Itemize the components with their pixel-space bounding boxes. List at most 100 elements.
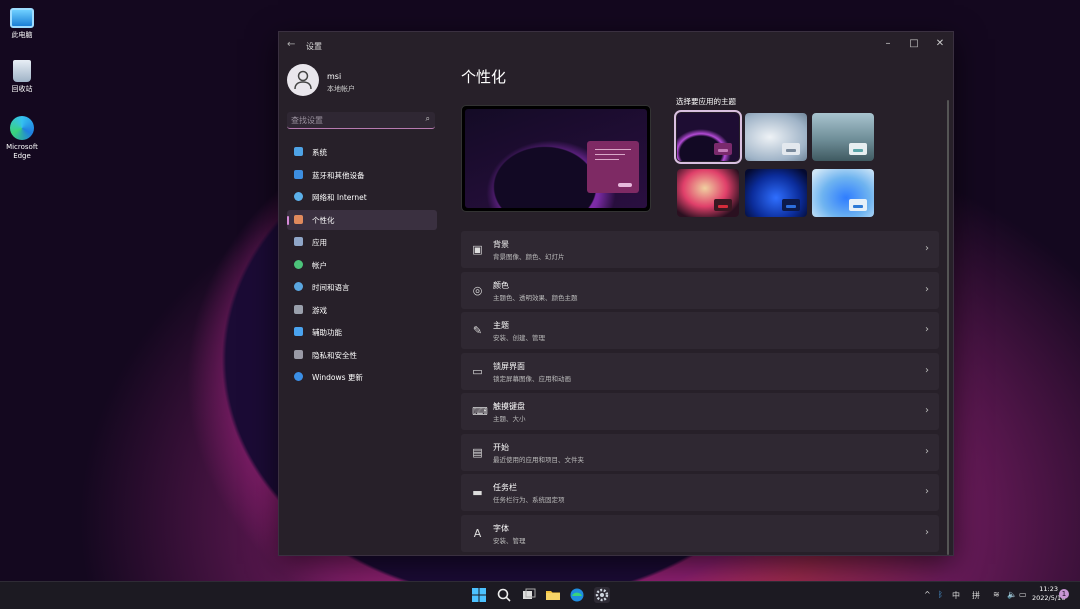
sidebar-item-label: 网络和 Internet: [312, 193, 367, 202]
sidebar-nav: 系统蓝牙和其他设备 网络和 Internet 个性化应用帐户时间和语言游戏辅助功能隐…: [287, 142, 437, 390]
shield-icon: [294, 349, 303, 359]
sidebar-item-label: 个性化: [312, 215, 335, 225]
settings-row[interactable]: A 字体 安装、管理 ›: [461, 514, 939, 552]
settings-row[interactable]: ▬ 任务栏 任务栏行为、系统固定项 ›: [461, 474, 939, 511]
search-icon[interactable]: [496, 587, 512, 603]
avatar: [287, 64, 319, 96]
user-icon: [294, 70, 312, 90]
sidebar-item-label: 帐户: [312, 260, 327, 270]
clock[interactable]: 11:23 2022/5/16: [1032, 585, 1066, 603]
image-icon: ▣: [472, 243, 483, 256]
row-subtitle: 主题色、透明效果、颜色主题: [493, 293, 578, 302]
title-bar[interactable]: ← 设置 – □ ✕: [279, 32, 953, 58]
edge-icon[interactable]: [569, 587, 585, 603]
row-title: 任务栏: [493, 483, 517, 492]
maximize-button[interactable]: □: [903, 36, 925, 52]
row-subtitle: 任务栏行为、系统固定项: [493, 496, 565, 504]
theme-tile-flow[interactable]: [677, 169, 739, 217]
theme-tile-captured-motion[interactable]: [745, 113, 807, 161]
theme-tile-windows-light[interactable]: [812, 169, 874, 217]
bluetooth-icon: [294, 169, 303, 179]
minimize-button[interactable]: –: [877, 36, 899, 52]
sidebar-item[interactable]: 游戏: [287, 300, 437, 320]
recycle-bin-icon: [13, 60, 31, 82]
desktop-icon-edge[interactable]: Microsoft Edge: [4, 116, 40, 161]
chevron-right-icon: ›: [925, 283, 929, 295]
themes-label: 选择要应用的主题: [676, 97, 736, 106]
sidebar-item[interactable]: 个性化: [287, 209, 437, 230]
wifi-icon[interactable]: ≋: [993, 590, 1000, 599]
ime-indicator[interactable]: 拼: [972, 590, 980, 601]
sidebar-item-label: 时间和语言: [312, 283, 350, 292]
row-title: 颜色: [493, 280, 509, 290]
sidebar-item[interactable]: 应用: [287, 232, 437, 252]
sidebar-item[interactable]: 隐私和安全性: [287, 345, 437, 365]
row-subtitle: 最近使用的应用和项目、文件夹: [493, 455, 584, 464]
personalization-options: ▣ 背景 背景图像、颜色、幻灯片 › ◎ 颜色 主题色、透明效果、颜色主题 › ✎ 主题 安装、创建…: [461, 231, 939, 555]
taskbar: ^ ᛒ 中 拼 ≋ 🔈 ▭ 11:23 2022/5/16 1: [0, 581, 1080, 609]
sidebar-item[interactable]: 帐户: [287, 255, 437, 275]
clock-time: 11:23: [1039, 585, 1058, 593]
sidebar-item[interactable]: 时间和语言: [287, 277, 437, 297]
settings-window: ← 设置 – □ ✕ msi 本地帐户 ⌕ 系统蓝牙和其他设备网络和 Inter…: [278, 31, 954, 556]
ime-mode[interactable]: 中: [952, 590, 960, 601]
theme-preview: [461, 105, 651, 212]
search-input[interactable]: [291, 114, 417, 126]
battery-icon[interactable]: ▭: [1019, 590, 1027, 599]
theme-tile-sunrise[interactable]: [812, 113, 874, 161]
settings-row[interactable]: ◎ 颜色 主题色、透明效果、颜色主题 ›: [461, 271, 939, 309]
chevron-right-icon: ›: [925, 324, 929, 335]
window-title: 设置: [306, 42, 322, 51]
desktop-icon-label: Microsoft Edge: [6, 143, 38, 160]
theme-tile-windows-dark[interactable]: [745, 169, 807, 217]
close-button[interactable]: ✕: [929, 36, 951, 52]
sidebar-item[interactable]: 蓝牙和其他设备: [287, 165, 437, 185]
desktop-icon-label: 此电脑: [11, 31, 33, 39]
windows-update-icon: [294, 372, 303, 381]
volume-icon[interactable]: 🔈: [1007, 590, 1017, 599]
settings-row[interactable]: ▭ 锁屏界面 锁定屏幕图像、应用和动画 ›: [461, 352, 939, 390]
sidebar-item[interactable]: Windows 更新: [287, 367, 437, 387]
sidebar-item-label: 系统: [312, 148, 327, 157]
desktop-icon-this-pc[interactable]: 此电脑: [4, 6, 40, 40]
apps-icon: [294, 237, 303, 246]
clock-date: 2022/5/16: [1032, 594, 1066, 602]
sidebar-item-label: 游戏: [312, 305, 327, 315]
desktop-icon-recycle-bin[interactable]: 回收站: [4, 60, 40, 94]
theme-tile-glow-dark[interactable]: [674, 110, 742, 164]
settings-row[interactable]: ▣ 背景 背景图像、颜色、幻灯片 ›: [461, 231, 939, 268]
settings-row[interactable]: ▤ 开始 最近使用的应用和项目、文件夹 ›: [461, 433, 939, 471]
sidebar-item-label: 应用: [312, 238, 327, 247]
brush-icon: [294, 214, 303, 224]
sidebar-item-label: 蓝牙和其他设备: [312, 170, 365, 180]
settings-row[interactable]: ✎ 主题 安装、创建、管理 ›: [461, 312, 939, 349]
search-icon[interactable]: ⌕: [426, 114, 430, 124]
sidebar-item[interactable]: 网络和 Internet: [287, 187, 437, 207]
start-icon[interactable]: [471, 587, 487, 603]
user-name: msi: [327, 72, 342, 81]
row-title: 背景: [493, 240, 509, 249]
sidebar-item[interactable]: 系统: [287, 142, 437, 162]
row-title: 触摸键盘: [493, 402, 525, 411]
computer-icon: [10, 8, 34, 28]
chevron-up-icon[interactable]: ^: [924, 590, 931, 599]
row-subtitle: 主题、大小: [493, 415, 526, 423]
notification-badge[interactable]: 1: [1059, 589, 1069, 599]
account-type: 本地帐户: [327, 85, 355, 93]
accessibility-icon: [294, 327, 303, 336]
chevron-right-icon: ›: [925, 243, 929, 254]
page-title: 个性化: [461, 68, 507, 86]
task-view-icon[interactable]: [521, 587, 537, 603]
row-subtitle: 锁定屏幕图像、应用和动画: [493, 374, 571, 383]
back-arrow-icon[interactable]: ←: [287, 39, 295, 50]
sidebar-item[interactable]: 辅助功能: [287, 322, 437, 342]
settings-row[interactable]: ⌨ 触摸键盘 主题、大小 ›: [461, 393, 939, 430]
row-subtitle: 安装、管理: [493, 536, 526, 545]
settings-icon[interactable]: [594, 587, 610, 603]
file-explorer-icon[interactable]: [545, 587, 561, 603]
bluetooth-icon[interactable]: ᛒ: [938, 590, 943, 599]
row-title: 主题: [493, 321, 509, 330]
row-title: 锁屏界面: [493, 361, 525, 371]
row-title: 开始: [493, 442, 509, 452]
scrollbar[interactable]: [947, 100, 949, 555]
